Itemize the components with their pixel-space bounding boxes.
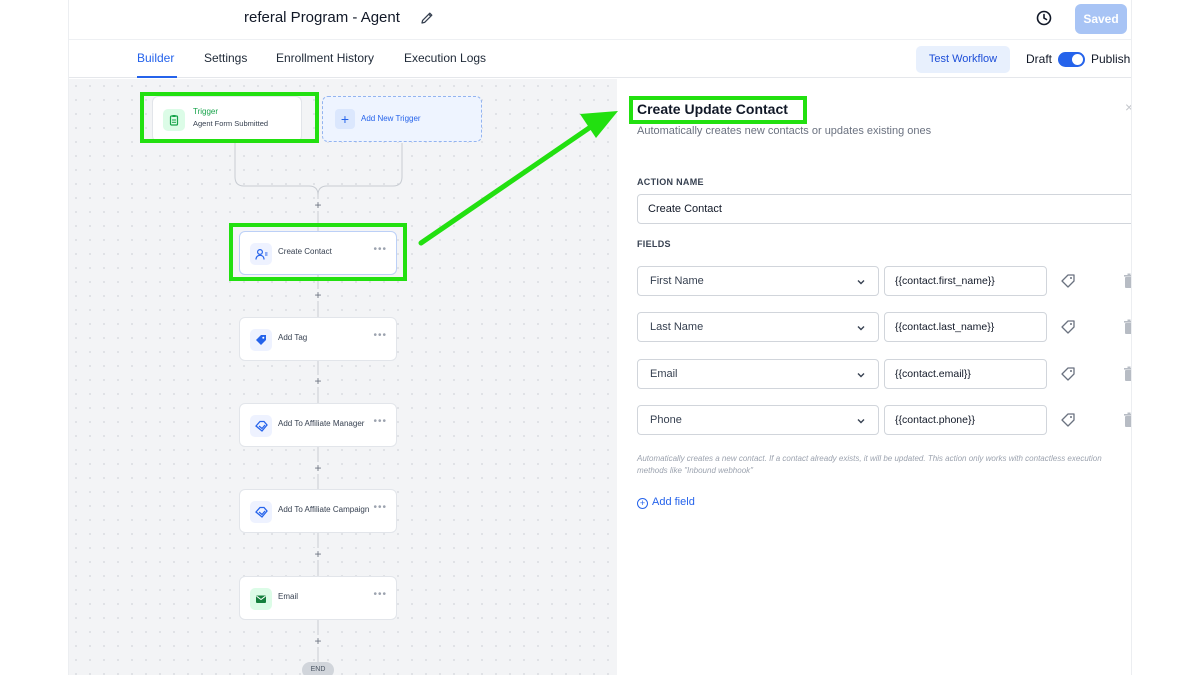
trash-icon[interactable] [1123, 412, 1132, 428]
tab-enrollment-history[interactable]: Enrollment History [276, 51, 374, 65]
more-options-icon[interactable]: ••• [373, 416, 387, 427]
field-name: Email [650, 368, 678, 380]
node-label: Add To Affiliate Campaign [278, 505, 370, 514]
node-add-to-affiliate-manager[interactable]: Add To Affiliate Manager ••• [239, 403, 397, 447]
tab-builder[interactable]: Builder [137, 51, 174, 65]
fields-label: FIELDS [637, 239, 671, 249]
page: referal Program - Agent Saved Builder Se… [0, 0, 1200, 675]
field-name: First Name [650, 275, 704, 287]
chevron-down-icon [857, 373, 865, 378]
field-select-last-name[interactable]: Last Name [637, 312, 879, 342]
plus-icon: + [335, 109, 355, 129]
more-options-icon[interactable]: ••• [373, 330, 387, 341]
field-value-last-name[interactable]: {{contact.last_name}} [884, 312, 1047, 342]
tag-icon[interactable] [1060, 319, 1076, 335]
add-field-link[interactable]: + Add field [637, 496, 695, 509]
plus-circle-icon: + [637, 498, 648, 509]
chevron-down-icon [857, 326, 865, 331]
field-name: Last Name [650, 321, 704, 333]
saved-button[interactable]: Saved [1075, 4, 1127, 34]
test-workflow-button[interactable]: Test Workflow [916, 46, 1010, 73]
tag-icon[interactable] [1060, 412, 1076, 428]
edit-pencil-icon[interactable] [419, 10, 435, 26]
add-step-plus-icon[interactable]: + [312, 548, 324, 560]
field-value: {{contact.email}} [895, 368, 971, 380]
add-step-plus-icon[interactable]: + [312, 375, 324, 387]
field-select-first-name[interactable]: First Name [637, 266, 879, 296]
more-options-icon[interactable]: ••• [373, 502, 387, 513]
more-options-icon[interactable]: ••• [373, 589, 387, 600]
add-step-plus-icon[interactable]: + [312, 462, 324, 474]
add-step-plus-icon[interactable]: + [312, 635, 324, 647]
trash-icon[interactable] [1123, 366, 1132, 382]
field-value: {{contact.last_name}} [895, 321, 995, 333]
trigger-highlight [140, 92, 319, 143]
action-panel: Create Update Contact Automatically crea… [617, 79, 1132, 675]
add-trigger-label: Add New Trigger [361, 114, 421, 123]
field-select-email[interactable]: Email [637, 359, 879, 389]
helper-note: Automatically creates a new contact. If … [637, 454, 1102, 475]
field-value-email[interactable]: {{contact.email}} [884, 359, 1047, 389]
workflow-title[interactable]: referal Program - Agent [244, 9, 400, 26]
history-icon[interactable] [1035, 9, 1053, 27]
email-icon [250, 588, 272, 610]
draft-label: Draft [1026, 52, 1053, 66]
toggle-knob [1072, 54, 1083, 65]
node-label: Add To Affiliate Manager [278, 419, 365, 428]
field-value-first-name[interactable]: {{contact.first_name}} [884, 266, 1047, 296]
tag-icon [250, 329, 272, 351]
add-step-plus-icon[interactable]: + [312, 289, 324, 301]
create-contact-highlight [229, 223, 407, 281]
chevron-down-icon [857, 280, 865, 285]
field-select-phone[interactable]: Phone [637, 405, 879, 435]
chevron-down-icon [857, 419, 865, 424]
add-field-label: Add field [652, 496, 695, 508]
node-email[interactable]: Email ••• [239, 576, 397, 620]
tag-icon[interactable] [1060, 366, 1076, 382]
field-name: Phone [650, 414, 682, 426]
node-label: Add Tag [278, 333, 308, 342]
add-step-plus-icon[interactable]: + [312, 199, 324, 211]
affiliate-icon [250, 501, 272, 523]
field-value-phone[interactable]: {{contact.phone}} [884, 405, 1047, 435]
tag-icon[interactable] [1060, 273, 1076, 289]
action-name-label: ACTION NAME [637, 177, 704, 187]
tab-execution-logs[interactable]: Execution Logs [404, 51, 486, 65]
node-label: Email [278, 592, 299, 601]
end-badge: END [302, 662, 334, 675]
trash-icon[interactable] [1123, 273, 1132, 289]
tab-bar: Builder Settings Enrollment History Exec… [69, 40, 1131, 78]
node-add-tag[interactable]: Add Tag ••• [239, 317, 397, 361]
app-window: referal Program - Agent Saved Builder Se… [68, 0, 1132, 675]
publish-label: Publish [1091, 52, 1131, 66]
field-value: {{contact.first_name}} [895, 275, 995, 287]
active-tab-indicator [137, 76, 177, 78]
tab-settings[interactable]: Settings [204, 51, 247, 65]
action-name-input[interactable]: Create Contact [637, 194, 1131, 224]
workflow-canvas[interactable]: Trigger Agent Form Submitted + Add New T… [69, 79, 617, 675]
add-new-trigger-button[interactable]: + Add New Trigger [322, 96, 482, 142]
node-add-to-affiliate-campaign[interactable]: Add To Affiliate Campaign ••• [239, 489, 397, 533]
field-value: {{contact.phone}} [895, 414, 975, 426]
close-icon[interactable]: × [1125, 99, 1131, 115]
top-bar: referal Program - Agent Saved [69, 0, 1131, 40]
affiliate-icon [250, 415, 272, 437]
panel-subtitle: Automatically creates new contacts or up… [637, 125, 932, 137]
trash-icon[interactable] [1123, 319, 1132, 335]
panel-title-highlight [629, 96, 807, 124]
publish-toggle[interactable] [1058, 52, 1085, 67]
